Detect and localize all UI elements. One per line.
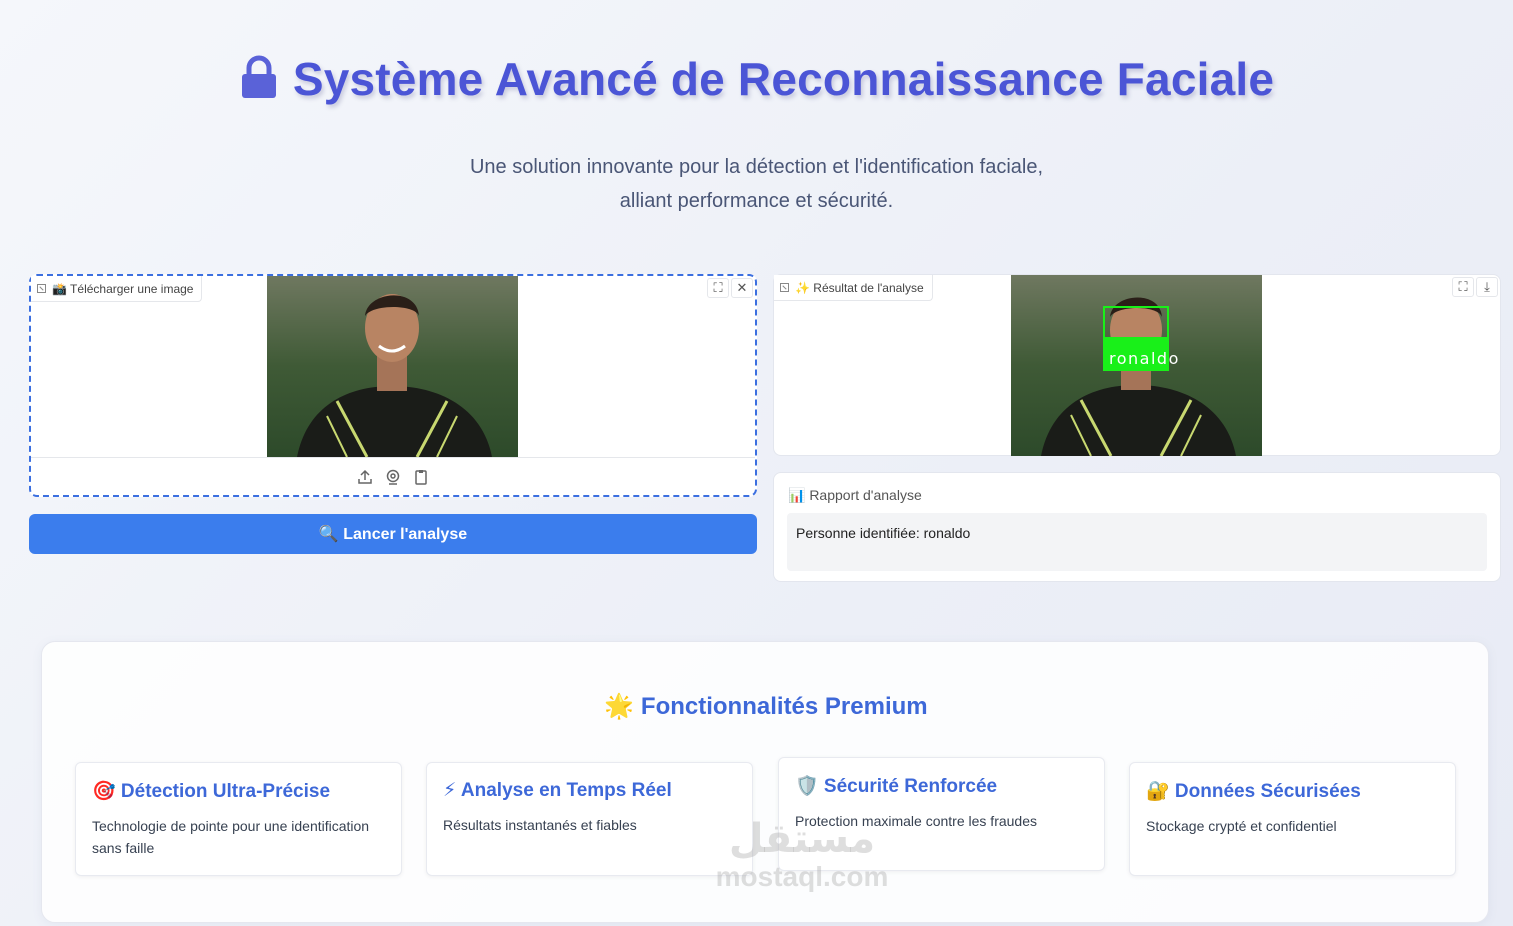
uploaded-image: [267, 276, 518, 457]
feature-card-title: 🔐 Données Sécurisées: [1146, 781, 1361, 802]
feature-card-text: Technologie de pointe pour une identific…: [92, 818, 370, 856]
upload-source-bar: [31, 457, 755, 495]
feature-card-text: Protection maximale contre les fraudes: [795, 813, 1037, 829]
features-section: 🌟 Fonctionnalités Premium 🎯 Détection Ul…: [41, 641, 1489, 923]
fullscreen-icon[interactable]: ⛶: [1452, 277, 1474, 297]
feature-card-data: 🔐 Données Sécurisées Stockage crypté et …: [1129, 762, 1456, 876]
page-title: Système Avancé de Reconnaissance Faciale: [0, 52, 1513, 106]
page-subtitle: Une solution innovante pour la détection…: [0, 150, 1513, 218]
feature-card-title: 🎯 Détection Ultra-Précise: [92, 781, 331, 802]
feature-card-title: ⚡ Analyse en Temps Réel: [443, 780, 672, 801]
subtitle-line-2: alliant performance et sécurité.: [619, 190, 894, 212]
result-label-text: ✨ Résultat de l'analyse: [795, 280, 924, 295]
feature-card-title: 🛡️ Sécurité Renforcée: [795, 776, 998, 797]
analysis-report: 📊 Rapport d'analyse Personne identifiée:…: [773, 472, 1501, 582]
result-panel-label: ✨ Résultat de l'analyse: [774, 275, 933, 301]
analysis-result-panel: ✨ Résultat de l'analyse ronaldo ⛶ ⤓: [773, 274, 1501, 456]
result-image: ronaldo: [1011, 275, 1262, 456]
upload-panel-label: 📸 Télécharger une image: [31, 276, 203, 302]
upload-label-text: 📸 Télécharger une image: [52, 281, 194, 296]
clipboard-icon[interactable]: [413, 469, 429, 485]
image-upload-panel[interactable]: 📸 Télécharger une image ⛶ ✕: [29, 274, 757, 497]
run-analysis-button[interactable]: 🔍 Lancer l'analyse: [29, 514, 757, 554]
report-text: Personne identifiée: ronaldo: [787, 513, 1487, 571]
image-icon: [780, 283, 789, 292]
feature-card-security: 🛡️ Sécurité Renforcée Protection maximal…: [778, 757, 1105, 871]
subtitle-line-1: Une solution innovante pour la détection…: [469, 156, 1044, 178]
close-icon[interactable]: ✕: [731, 278, 753, 298]
features-title: 🌟 Fonctionnalités Premium: [604, 693, 928, 720]
feature-card-text: Stockage crypté et confidentiel: [1146, 818, 1337, 834]
report-label: 📊 Rapport d'analyse: [788, 487, 922, 503]
download-icon[interactable]: ⤓: [1476, 277, 1498, 297]
webcam-icon[interactable]: [385, 469, 401, 485]
lock-icon: [239, 55, 279, 99]
upload-icon[interactable]: [357, 469, 373, 485]
fullscreen-icon[interactable]: ⛶: [707, 278, 729, 298]
page-title-text: Système Avancé de Reconnaissance Faciale: [292, 53, 1275, 105]
feature-card-detection: 🎯 Détection Ultra-Précise Technologie de…: [75, 762, 402, 876]
image-icon: [37, 284, 46, 293]
feature-card-realtime: ⚡ Analyse en Temps Réel Résultats instan…: [426, 762, 753, 876]
upload-corner-buttons: ⛶ ✕: [707, 278, 753, 298]
face-label-text: ronaldo: [1109, 349, 1180, 368]
feature-card-text: Résultats instantanés et fiables: [443, 817, 637, 833]
result-corner-buttons: ⛶ ⤓: [1452, 277, 1498, 297]
